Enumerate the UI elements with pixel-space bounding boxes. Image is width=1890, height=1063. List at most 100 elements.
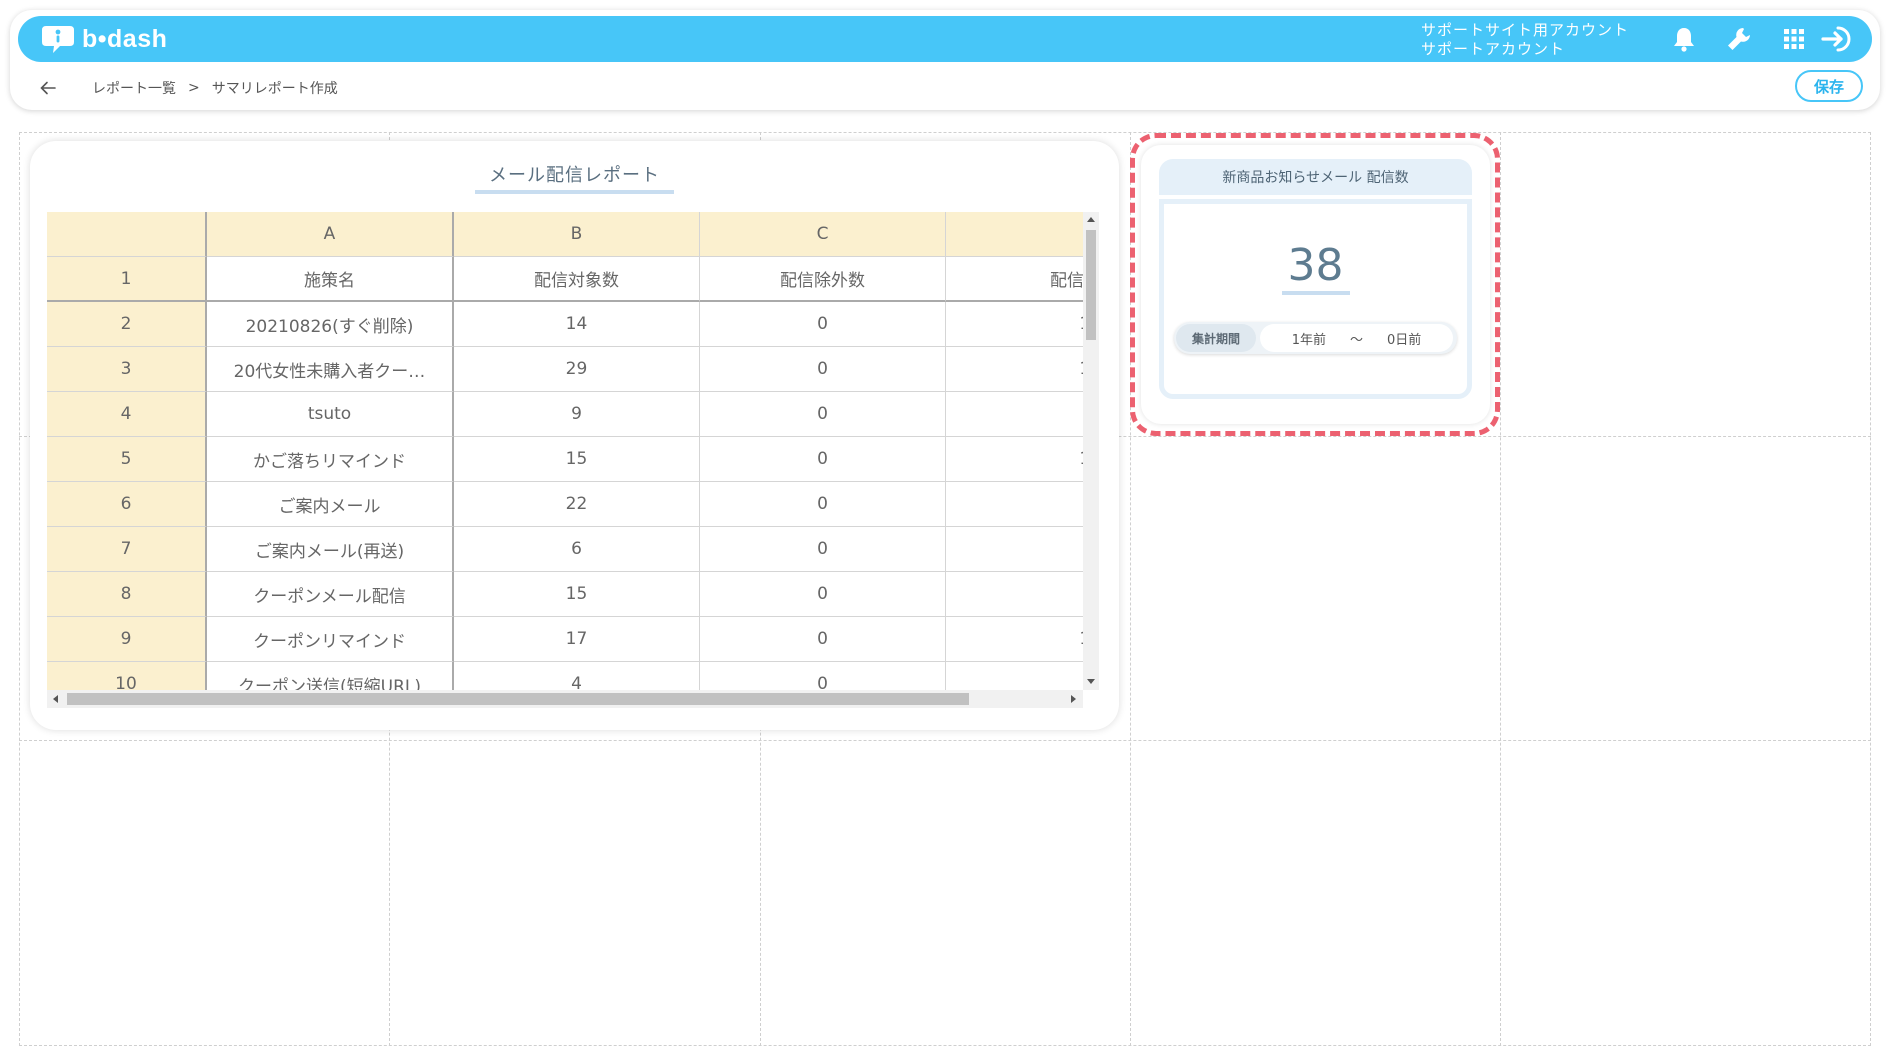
table-cell[interactable]: 0 <box>700 347 946 392</box>
table-row: 10 クーポン送信(短縮URL) 4 0 1 <box>47 662 1083 690</box>
aggregation-period: 集計期間 1年前 〜 0日前 <box>1174 322 1457 354</box>
table-cell[interactable]: 4 <box>454 662 700 690</box>
kpi-title: 新商品お知らせメール 配信数 <box>1159 159 1472 195</box>
row-header[interactable]: 8 <box>47 572 207 617</box>
table-cell[interactable]: 0 <box>700 302 946 347</box>
corner-cell[interactable] <box>47 212 207 257</box>
table-cell[interactable]: 9 <box>454 392 700 437</box>
table-cell[interactable]: 15 <box>454 437 700 482</box>
table-cell[interactable]: 1 <box>946 572 1083 617</box>
table-cell[interactable]: ご案内メール(再送) <box>207 527 454 572</box>
table-cell[interactable]: 15 <box>454 572 700 617</box>
table-cell[interactable]: 施策名 <box>207 257 454 302</box>
spreadsheet[interactable]: A B C D 1 施策名 配信対象数 配信除外数 配信試 2 20210826… <box>47 212 1099 711</box>
column-header[interactable]: D <box>946 212 1083 257</box>
table-cell[interactable]: クーポン送信(短縮URL) <box>207 662 454 690</box>
table-cell[interactable]: 配信試 <box>946 257 1083 302</box>
table-cell[interactable]: 6 <box>454 527 700 572</box>
table-report-widget[interactable]: メール配信レポート A B C D 1 施策名 配信対象数 配信除外数 配信試 … <box>30 141 1119 730</box>
table-cell[interactable]: 4 <box>946 392 1083 437</box>
table-row: 2 20210826(すぐ削除) 14 0 10 <box>47 302 1083 347</box>
table-cell[interactable]: ご案内メール <box>207 482 454 527</box>
row-header[interactable]: 3 <box>47 347 207 392</box>
column-header[interactable]: B <box>454 212 700 257</box>
table-cell[interactable]: 0 <box>700 527 946 572</box>
table-cell[interactable]: 20210826(すぐ削除) <box>207 302 454 347</box>
table-row: 1 施策名 配信対象数 配信除外数 配信試 <box>47 257 1083 302</box>
table-row: 8 クーポンメール配信 15 0 1 <box>47 572 1083 617</box>
period-separator: 〜 <box>1349 332 1363 348</box>
column-header[interactable]: C <box>700 212 946 257</box>
report-title: メール配信レポート <box>30 161 1119 194</box>
spreadsheet-grid: A B C D 1 施策名 配信対象数 配信除外数 配信試 2 20210826… <box>47 212 1083 690</box>
table-cell[interactable]: 29 <box>454 347 700 392</box>
table-cell[interactable]: 1 <box>946 482 1083 527</box>
table-cell[interactable]: 15 <box>946 347 1083 392</box>
table-cell[interactable]: 1 <box>946 662 1083 690</box>
scroll-up-arrow-icon[interactable] <box>1087 217 1095 222</box>
table-cell[interactable]: 0 <box>700 437 946 482</box>
brand-name: b•dash <box>82 24 168 53</box>
column-header-row: A B C D <box>47 212 1083 257</box>
period-label: 集計期間 <box>1176 324 1256 352</box>
table-cell[interactable]: クーポンリマインド <box>207 617 454 662</box>
table-cell[interactable]: tsuto <box>207 392 454 437</box>
back-arrow-icon[interactable] <box>40 76 68 100</box>
table-cell[interactable]: クーポンメール配信 <box>207 572 454 617</box>
period-range[interactable]: 1年前 〜 0日前 <box>1260 324 1453 352</box>
kpi-body: 38 集計期間 1年前 〜 0日前 <box>1159 199 1472 399</box>
table-cell[interactable]: 0 <box>700 572 946 617</box>
row-header[interactable]: 4 <box>47 392 207 437</box>
row-header[interactable]: 7 <box>47 527 207 572</box>
kpi-value: 38 <box>1164 240 1467 295</box>
bell-icon[interactable] <box>1668 23 1700 55</box>
vertical-scrollbar[interactable] <box>1083 212 1099 690</box>
scroll-down-arrow-icon[interactable] <box>1087 679 1095 684</box>
table-row: 4 tsuto 9 0 4 <box>47 392 1083 437</box>
scroll-right-arrow-icon[interactable] <box>1071 695 1076 703</box>
period-from: 1年前 <box>1291 332 1326 348</box>
breadcrumb-current: サマリレポート作成 <box>211 81 338 97</box>
logo-bubble-icon <box>40 24 76 54</box>
row-header[interactable]: 2 <box>47 302 207 347</box>
table-cell[interactable]: 10 <box>946 617 1083 662</box>
table-row: 7 ご案内メール(再送) 6 0 1 <box>47 527 1083 572</box>
row-header[interactable]: 10 <box>47 662 207 690</box>
table-cell[interactable]: 20代女性未購入者クー… <box>207 347 454 392</box>
row-header[interactable]: 5 <box>47 437 207 482</box>
table-cell[interactable]: 配信対象数 <box>454 257 700 302</box>
vertical-scroll-thumb[interactable] <box>1086 230 1096 340</box>
scroll-left-arrow-icon[interactable] <box>53 695 58 703</box>
table-cell[interactable]: 0 <box>700 482 946 527</box>
table-cell[interactable]: 14 <box>454 302 700 347</box>
table-cell[interactable]: 17 <box>454 617 700 662</box>
wrench-icon[interactable] <box>1723 23 1755 55</box>
grid-icon[interactable] <box>1778 23 1810 55</box>
row-header[interactable]: 6 <box>47 482 207 527</box>
account-info[interactable]: サポートサイト用アカウント サポートアカウント <box>1421 21 1629 59</box>
period-to: 0日前 <box>1387 332 1422 348</box>
table-cell[interactable]: 10 <box>946 302 1083 347</box>
table-cell[interactable]: 0 <box>700 392 946 437</box>
brand-logo[interactable]: b•dash <box>40 24 167 54</box>
table-cell[interactable]: 0 <box>700 617 946 662</box>
breadcrumb-report-list[interactable]: レポート一覧 <box>92 78 176 98</box>
row-header[interactable]: 1 <box>47 257 207 302</box>
table-cell[interactable]: 1 <box>946 527 1083 572</box>
table-cell[interactable]: 配信除外数 <box>700 257 946 302</box>
horizontal-scrollbar[interactable] <box>47 690 1083 708</box>
table-cell[interactable]: かご落ちリマインド <box>207 437 454 482</box>
table-cell[interactable]: 10 <box>946 437 1083 482</box>
column-header[interactable]: A <box>207 212 454 257</box>
kpi-widget[interactable]: 新商品お知らせメール 配信数 38 集計期間 1年前 〜 0日前 <box>1141 145 1490 424</box>
table-row: 6 ご案内メール 22 0 1 <box>47 482 1083 527</box>
row-header[interactable]: 9 <box>47 617 207 662</box>
save-button[interactable]: 保存 <box>1795 70 1863 102</box>
table-row: 9 クーポンリマインド 17 0 10 <box>47 617 1083 662</box>
breadcrumb-separator: > <box>188 80 200 96</box>
table-cell[interactable]: 22 <box>454 482 700 527</box>
breadcrumb: レポート一覧 > サマリレポート作成 <box>40 76 338 100</box>
horizontal-scroll-thumb[interactable] <box>67 693 969 705</box>
table-cell[interactable]: 0 <box>700 662 946 690</box>
logout-icon[interactable] <box>1818 23 1858 55</box>
